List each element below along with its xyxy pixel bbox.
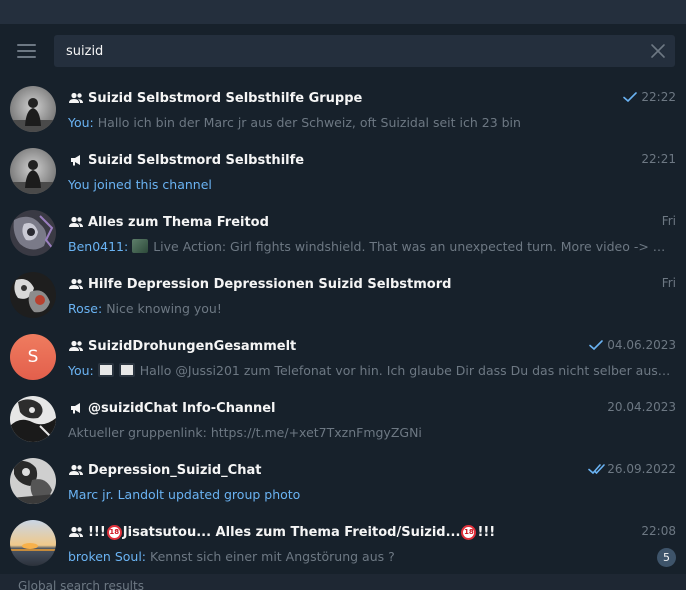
chat-time: Fri (662, 214, 676, 228)
chat-title: Alles zum Thema Freitod (68, 213, 269, 231)
chat-preview: Aktueller gruppenlink: https://t.me/+xet… (68, 423, 672, 441)
message-text: Aktueller gruppenlink: https://t.me/+xet… (68, 424, 422, 440)
chat-title-text: Suizid Selbstmord Selbsthilfe Gruppe (88, 90, 363, 106)
clear-search-icon[interactable] (649, 42, 667, 60)
avatar (10, 148, 56, 194)
message-text: Hallo ich bin der Marc jr aus der Schwei… (97, 114, 521, 130)
read-check-icon (622, 91, 638, 103)
section-label: Global search results (18, 579, 144, 590)
chat-preview: Ben0411: Live Action: Girl fights windsh… (68, 237, 672, 255)
chat-preview: broken Soul: Kennst sich einer mit Angst… (68, 547, 638, 565)
chat-list: Suizid Selbstmord Selbsthilfe Gruppe 22:… (0, 78, 686, 574)
group-icon (68, 277, 84, 291)
double-check-icon (588, 463, 606, 475)
search-field (54, 35, 675, 67)
chat-preview: You joined this channel (68, 175, 672, 193)
group-icon (68, 339, 84, 353)
avatar-letter: S (27, 347, 39, 367)
chat-time: Fri (662, 276, 676, 290)
chat-item[interactable]: Alles zum Thema Freitod Fri Ben0411: Liv… (0, 202, 686, 264)
video-thumbnail-icon (132, 239, 149, 253)
chat-time-text: 22:21 (641, 152, 676, 166)
channel-megaphone-icon (68, 153, 84, 167)
chat-preview: Rose: Nice knowing you! (68, 299, 672, 317)
unread-count-badge: 5 (657, 548, 676, 567)
message-text: Nice knowing you! (106, 300, 222, 316)
chat-title-text: Hilfe Depression Depressionen Suizid Sel… (88, 276, 452, 292)
message-sender: You: (68, 362, 94, 378)
message-sender: Rose: (68, 300, 103, 316)
chat-time-text: 22:22 (641, 90, 676, 104)
image-thumbnail-icon (118, 363, 135, 377)
search-input[interactable] (66, 35, 636, 67)
chat-item[interactable]: Suizid Selbstmord Selbsthilfe 22:21 You … (0, 140, 686, 202)
chat-time: 22:21 (641, 152, 676, 166)
no-under-18-icon: 18 (461, 524, 477, 540)
avatar: S (10, 334, 56, 380)
message-sender: broken Soul: (68, 548, 147, 564)
chat-time-text: Fri (661, 214, 676, 228)
chat-title: @suizidChat Info-Channel (68, 399, 276, 417)
group-icon (68, 215, 84, 229)
avatar (10, 210, 56, 256)
avatar (10, 272, 56, 318)
chat-preview: Marc jr. Landolt updated group photo (68, 485, 672, 503)
avatar (10, 458, 56, 504)
avatar (10, 86, 56, 132)
no-under-18-icon: 18 (106, 524, 122, 540)
chat-title: Suizid Selbstmord Selbsthilfe (68, 151, 304, 169)
chat-time: 04.06.2023 (588, 338, 676, 352)
chat-preview: You: Hallo @Jussi201 zum Telefonat vor h… (68, 361, 672, 379)
chat-title-text: Depression_Suizid_Chat (88, 462, 262, 478)
message-text: Kennst sich einer mit Angstörung aus ? (150, 548, 395, 564)
chat-item[interactable]: Hilfe Depression Depressionen Suizid Sel… (0, 264, 686, 326)
message-sender: Ben0411: (68, 238, 129, 254)
chat-time: 20.04.2023 (607, 400, 676, 414)
chat-preview: You: Hallo ich bin der Marc jr aus der S… (68, 113, 672, 131)
chat-item[interactable]: @suizidChat Info-Channel 20.04.2023 Aktu… (0, 388, 686, 450)
group-icon (68, 525, 84, 539)
hamburger-menu-icon[interactable] (17, 44, 37, 58)
chat-title-text: Jisatsutou... Alles zum Thema Freitod/Su… (122, 524, 461, 540)
message-text: Live Action: Girl fights windshield. Tha… (153, 238, 672, 254)
channel-megaphone-icon (68, 401, 84, 415)
chat-title-suffix: !!! (477, 524, 496, 540)
service-message: You joined this channel (68, 176, 212, 192)
chat-item[interactable]: S SuizidDrohungenGesammelt 04.06.2023 Yo… (0, 326, 686, 388)
chat-title-text: Suizid Selbstmord Selbsthilfe (88, 152, 305, 168)
group-icon (68, 91, 84, 105)
chat-item[interactable]: Suizid Selbstmord Selbsthilfe Gruppe 22:… (0, 78, 686, 140)
message-text: Hallo @Jussi201 zum Telefonat vor hin. I… (139, 362, 672, 378)
chat-title: Hilfe Depression Depressionen Suizid Sel… (68, 275, 451, 293)
global-search-section-header: Global search results (0, 574, 686, 590)
chat-title: Suizid Selbstmord Selbsthilfe Gruppe (68, 89, 362, 107)
chat-title-text: @suizidChat Info-Channel (88, 400, 276, 416)
chat-time-text: 04.06.2023 (607, 338, 676, 352)
chat-time-text: 26.09.2022 (607, 462, 676, 476)
chat-time-text: 22:08 (641, 524, 676, 538)
group-icon (68, 463, 84, 477)
chat-title: Depression_Suizid_Chat (68, 461, 261, 479)
chat-time-text: 20.04.2023 (607, 400, 676, 414)
chat-title-text: SuizidDrohungenGesammelt (88, 338, 297, 354)
chat-time: 22:08 (641, 524, 676, 538)
search-header (0, 24, 686, 78)
chat-item[interactable]: !!! 18 Jisatsutou... Alles zum Thema Fre… (0, 512, 686, 574)
chat-time: 26.09.2022 (588, 462, 676, 476)
service-message: Marc jr. Landolt updated group photo (68, 486, 301, 502)
chat-title-text: Alles zum Thema Freitod (88, 214, 269, 230)
chat-title-prefix: !!! (88, 524, 106, 540)
read-check-icon (588, 339, 604, 351)
message-sender: You: (68, 114, 94, 130)
chat-title: !!! 18 Jisatsutou... Alles zum Thema Fre… (68, 523, 495, 541)
avatar (10, 520, 56, 566)
chat-time: 22:22 (622, 90, 676, 104)
avatar (10, 396, 56, 442)
chat-title: SuizidDrohungenGesammelt (68, 337, 296, 355)
chat-time-text: Fri (661, 276, 676, 290)
chat-item[interactable]: Depression_Suizid_Chat 26.09.2022 Marc j… (0, 450, 686, 512)
image-thumbnail-icon (97, 363, 114, 377)
window-titlebar (0, 0, 686, 24)
